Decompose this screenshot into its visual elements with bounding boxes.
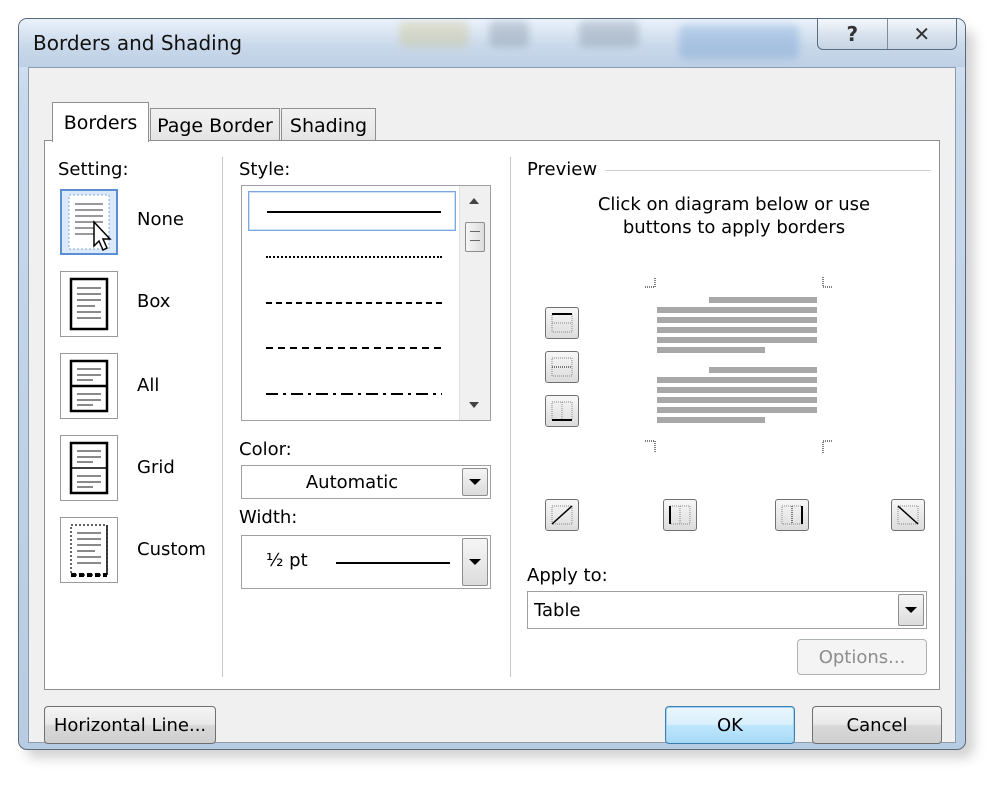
chevron-down-icon: [905, 607, 917, 613]
dotted-line-sample: [266, 256, 442, 258]
left-border-button[interactable]: [663, 499, 697, 531]
chevron-down-icon: [469, 479, 481, 485]
setting-all-icon[interactable]: [60, 353, 118, 419]
style-scrollbar[interactable]: [459, 186, 490, 420]
diagonal-up-border-button[interactable]: [545, 499, 579, 531]
setting-grid-label[interactable]: Grid: [137, 457, 175, 478]
help-button[interactable]: ?: [818, 19, 887, 49]
tab-page-border-label: Page Border: [157, 114, 273, 137]
apply-to-value: Table: [534, 600, 581, 621]
width-dropdown-button[interactable]: [462, 538, 488, 586]
inside-horizontal-border-button[interactable]: [545, 351, 579, 383]
preview-label: Preview: [527, 159, 598, 180]
preview-group-line: [605, 170, 931, 171]
setting-label: Setting:: [58, 159, 129, 180]
setting-all-label[interactable]: All: [137, 375, 159, 396]
dash-line-sample: [266, 347, 442, 349]
tab-shading-label: Shading: [289, 114, 368, 137]
solid-line-sample: [267, 211, 441, 213]
tab-borders[interactable]: Borders: [52, 102, 149, 142]
bottom-border-button[interactable]: [545, 395, 579, 427]
scroll-down-arrow-icon[interactable]: [469, 402, 479, 408]
style-item-solid[interactable]: [248, 191, 456, 231]
width-value: ½ pt: [266, 550, 308, 571]
apply-to-dropdown[interactable]: Table: [527, 591, 927, 629]
dash-dot-line-sample: [266, 393, 442, 395]
tab-page-border[interactable]: Page Border: [150, 108, 280, 142]
diagonal-up-border-icon: [551, 505, 573, 525]
preview-instructions-line1: Click on diagram below or use: [597, 194, 871, 215]
width-line-sample: [336, 562, 450, 564]
bottom-border-icon: [551, 401, 573, 421]
setting-none-icon[interactable]: [60, 189, 118, 255]
preview-instructions-line2: buttons to apply borders: [622, 217, 846, 238]
cancel-button[interactable]: Cancel: [812, 706, 942, 744]
preview-diagram[interactable]: [637, 277, 835, 457]
style-label: Style:: [239, 159, 291, 180]
close-button[interactable]: ✕: [886, 19, 957, 49]
setting-custom-label[interactable]: Custom: [137, 539, 206, 560]
width-label: Width:: [239, 507, 298, 528]
divider: [222, 157, 223, 677]
small-dash-line-sample: [266, 302, 442, 304]
borders-tab-panel: Setting: None Box All Grid Custom Style:…: [44, 140, 940, 690]
scroll-thumb[interactable]: [465, 222, 485, 252]
divider: [510, 157, 511, 677]
chevron-down-icon: [469, 559, 481, 565]
apply-to-dropdown-button[interactable]: [898, 594, 924, 626]
setting-box-icon[interactable]: [60, 271, 118, 337]
horizontal-line-button-label: Horizontal Line...: [53, 714, 207, 736]
caption-buttons: ? ✕: [817, 19, 957, 50]
title-bar[interactable]: Borders and Shading ? ✕: [19, 19, 965, 67]
color-dropdown-button[interactable]: [462, 468, 488, 496]
diagonal-down-border-icon: [897, 505, 919, 525]
dialog-title: Borders and Shading: [33, 31, 243, 55]
setting-custom-icon[interactable]: [60, 517, 118, 583]
inside-vertical-border-button[interactable]: [775, 499, 809, 531]
options-button[interactable]: Options...: [797, 639, 927, 675]
top-border-icon: [551, 313, 573, 333]
cancel-button-label: Cancel: [846, 714, 908, 736]
tab-borders-label: Borders: [63, 111, 138, 134]
borders-and-shading-dialog: Borders and Shading ? ✕ Borders Page Bor…: [18, 18, 966, 750]
dialog-client-area: Borders Page Border Shading Setting: Non…: [28, 67, 956, 744]
options-button-label: Options...: [818, 646, 906, 668]
diagonal-down-border-button[interactable]: [891, 499, 925, 531]
close-icon: ✕: [913, 22, 931, 46]
style-item-dash-dot[interactable]: [248, 374, 456, 414]
style-item-dashed-small[interactable]: [248, 282, 456, 322]
style-listbox[interactable]: [241, 185, 491, 421]
color-label: Color:: [239, 439, 292, 460]
horizontal-line-button[interactable]: Horizontal Line...: [44, 706, 216, 744]
color-dropdown[interactable]: Automatic: [241, 465, 491, 499]
scroll-up-arrow-icon[interactable]: [469, 198, 479, 204]
width-dropdown[interactable]: ½ pt: [241, 535, 491, 589]
setting-box-label[interactable]: Box: [137, 291, 170, 312]
inside-vertical-border-icon: [781, 505, 803, 525]
left-border-icon: [669, 505, 691, 525]
ok-button[interactable]: OK: [665, 706, 795, 744]
ok-button-label: OK: [717, 714, 743, 736]
setting-grid-icon[interactable]: [60, 435, 118, 501]
style-item-dashed[interactable]: [248, 328, 456, 368]
inside-horizontal-border-icon: [551, 357, 573, 377]
help-icon: ?: [846, 22, 859, 46]
style-item-dotted[interactable]: [248, 236, 456, 276]
top-border-button[interactable]: [545, 307, 579, 339]
setting-none-label[interactable]: None: [137, 209, 184, 230]
apply-to-label: Apply to:: [527, 565, 608, 586]
preview-instructions: Click on diagram below or use buttons to…: [527, 193, 941, 239]
color-value: Automatic: [305, 472, 399, 493]
tab-shading[interactable]: Shading: [281, 108, 376, 142]
